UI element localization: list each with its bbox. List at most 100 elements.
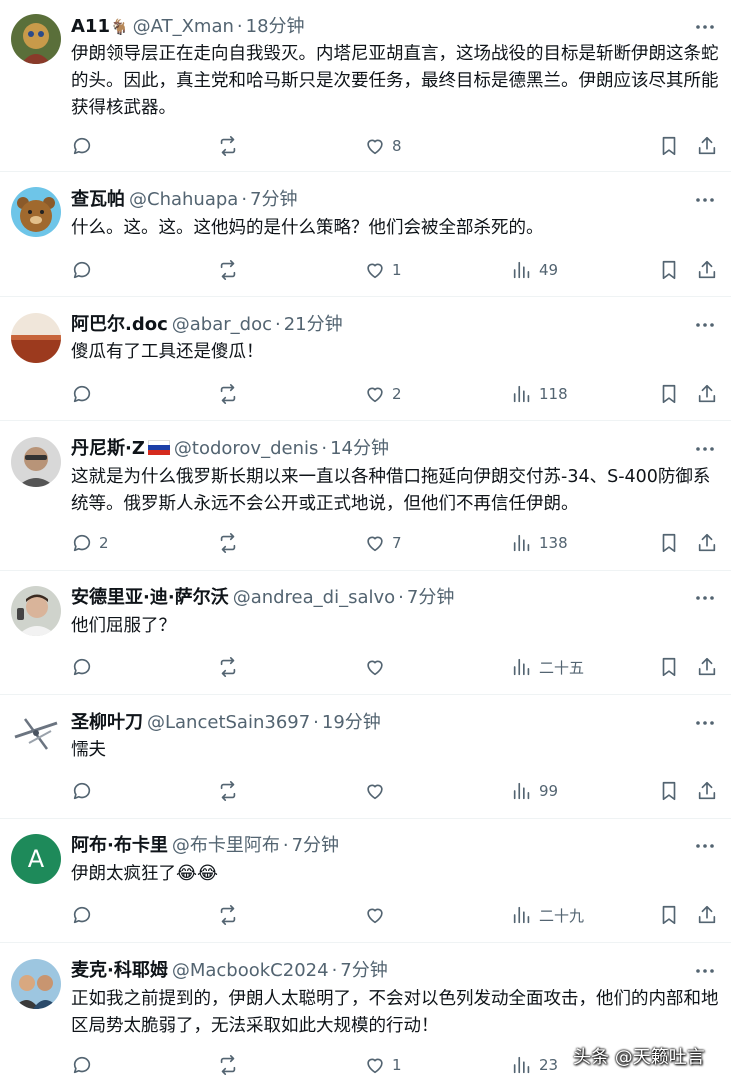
repost-button[interactable] (217, 1051, 245, 1079)
action-bar: 2 7 138 (71, 529, 721, 557)
views-button[interactable]: 49 (511, 256, 558, 284)
share-icon (698, 384, 716, 403)
author-name[interactable]: 查瓦帕 (71, 189, 125, 210)
author-name[interactable]: 阿布·布卡里 (71, 835, 168, 856)
repost-button[interactable] (217, 653, 245, 681)
more-icon[interactable] (693, 15, 717, 39)
like-button[interactable] (364, 653, 392, 681)
author-name[interactable]: 丹尼斯·Z (71, 438, 145, 459)
share-button[interactable] (696, 653, 718, 681)
like-button[interactable]: 8 (364, 132, 402, 160)
share-button[interactable] (696, 529, 718, 557)
author-handle[interactable]: @LancetSain3697 (147, 712, 310, 733)
views-button[interactable]: 二十九 (511, 901, 584, 929)
author-handle[interactable]: @todorov_denis (174, 438, 318, 459)
post-time[interactable]: 7分钟 (250, 189, 297, 210)
share-button[interactable] (696, 132, 718, 160)
reply-button[interactable] (71, 777, 99, 805)
avatar[interactable] (11, 437, 61, 487)
views-button[interactable]: 118 (511, 380, 568, 408)
reply-button[interactable] (71, 256, 99, 284)
repost-button[interactable] (217, 777, 245, 805)
post-time[interactable]: 14分钟 (330, 438, 389, 459)
author-handle[interactable]: @AT_Xman (133, 16, 234, 37)
share-button[interactable] (696, 777, 718, 805)
share-button[interactable] (696, 256, 718, 284)
reply-button[interactable] (71, 901, 99, 929)
post[interactable]: A 阿布·布卡里 @布卡里阿布 · 7分钟 伊朗太疯狂了😂😂 二十九 (0, 819, 731, 943)
views-button[interactable] (511, 132, 517, 160)
author-name[interactable]: 麦克·科耶姆 (71, 960, 168, 981)
post-time[interactable]: 7分钟 (292, 835, 339, 856)
more-icon[interactable] (693, 188, 717, 212)
views-icon (513, 906, 530, 924)
avatar[interactable] (11, 586, 61, 636)
post-text-content: 伊朗太疯狂了 (71, 864, 176, 884)
repost-button[interactable] (217, 132, 245, 160)
avatar[interactable] (11, 187, 61, 237)
author-name[interactable]: 安德里亚·迪·萨尔沃 (71, 587, 229, 608)
avatar[interactable] (11, 959, 61, 1009)
author-handle[interactable]: @Chahuapa (129, 189, 238, 210)
post-time[interactable]: 7分钟 (340, 960, 387, 981)
repost-button[interactable] (217, 901, 245, 929)
post[interactable]: 阿巴尔.doc @abar_doc · 21分钟 傻瓜有了工具还是傻瓜！ 2 118 (0, 297, 731, 421)
avatar[interactable]: A (11, 834, 61, 884)
views-button[interactable]: 23 (511, 1051, 558, 1079)
like-button[interactable] (364, 777, 392, 805)
avatar[interactable] (11, 709, 61, 759)
repost-button[interactable] (217, 380, 245, 408)
reply-button[interactable] (71, 132, 99, 160)
avatar[interactable] (11, 14, 61, 64)
like-button[interactable]: 2 (364, 380, 402, 408)
reply-button[interactable] (71, 380, 99, 408)
more-icon[interactable] (693, 437, 717, 461)
author-name[interactable]: 圣柳叶刀 (71, 712, 143, 733)
repost-button[interactable] (217, 256, 245, 284)
more-icon[interactable] (693, 586, 717, 610)
more-icon[interactable] (693, 711, 717, 735)
views-icon (513, 782, 530, 800)
post-time[interactable]: 18分钟 (246, 16, 305, 37)
reply-button[interactable] (71, 653, 99, 681)
post-time[interactable]: 21分钟 (284, 314, 343, 335)
reply-button[interactable]: 2 (71, 529, 109, 557)
share-button[interactable] (696, 380, 718, 408)
bookmark-button[interactable] (658, 653, 680, 681)
bookmark-button[interactable] (658, 901, 680, 929)
author-name[interactable]: 阿巴尔.doc (71, 314, 168, 335)
author-name[interactable]: A11 (71, 16, 110, 37)
post[interactable]: 丹尼斯·Z @todorov_denis · 14分钟 这就是为什么俄罗斯长期以来一直… (0, 421, 731, 571)
views-button[interactable]: 二十五 (511, 653, 584, 681)
like-button[interactable] (364, 901, 392, 929)
views-button[interactable]: 99 (511, 777, 558, 805)
views-button[interactable]: 138 (511, 529, 568, 557)
bookmark-button[interactable] (658, 132, 680, 160)
post[interactable]: 安德里亚·迪·萨尔沃 @andrea_di_salvo · 7分钟 他们屈服了？ 二十… (0, 571, 731, 695)
author-handle[interactable]: @MacbookC2024 (172, 960, 329, 981)
author-handle[interactable]: @布卡里阿布 (172, 835, 280, 856)
more-icon[interactable] (693, 834, 717, 858)
post-header: 阿布·布卡里 @布卡里阿布 · 7分钟 (71, 834, 681, 858)
share-button[interactable] (696, 901, 718, 929)
bookmark-icon (662, 657, 676, 677)
author-handle[interactable]: @abar_doc (172, 314, 272, 335)
bookmark-button[interactable] (658, 777, 680, 805)
reply-button[interactable] (71, 1051, 99, 1079)
like-button[interactable]: 7 (364, 529, 402, 557)
more-icon[interactable] (693, 959, 717, 983)
repost-button[interactable] (217, 529, 245, 557)
more-icon[interactable] (693, 313, 717, 337)
like-button[interactable]: 1 (364, 1051, 402, 1079)
bookmark-button[interactable] (658, 380, 680, 408)
post-time[interactable]: 19分钟 (322, 712, 381, 733)
author-handle[interactable]: @andrea_di_salvo (233, 587, 395, 608)
like-button[interactable]: 1 (364, 256, 402, 284)
avatar[interactable] (11, 313, 61, 363)
bookmark-button[interactable] (658, 529, 680, 557)
bookmark-button[interactable] (658, 256, 680, 284)
post-time[interactable]: 7分钟 (407, 587, 454, 608)
post[interactable]: A11🐐 @AT_Xman · 18分钟 伊朗领导层正在走向自我毁灭。内塔尼亚胡直言，… (0, 0, 731, 172)
post[interactable]: 圣柳叶刀 @LancetSain3697 · 19分钟 懦夫 99 (0, 695, 731, 819)
post[interactable]: 查瓦帕 @Chahuapa · 7分钟 什么。这。这。这他妈的是什么策略？他们会被全部… (0, 172, 731, 297)
